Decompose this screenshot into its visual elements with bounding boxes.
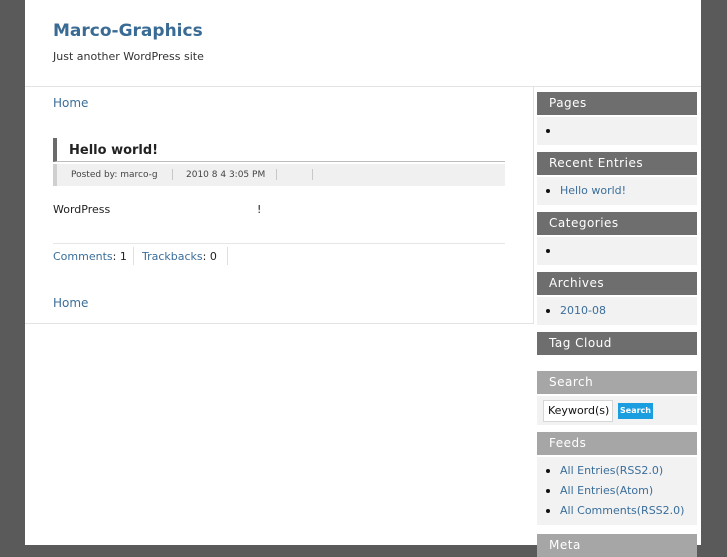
meta-divider [172,169,173,180]
trackbacks-link[interactable]: Trackbacks [142,250,203,263]
post-footer: Comments: 1 Trackbacks: 0 [53,243,505,265]
comments-stat: Comments: 1 [53,250,127,263]
comments-link[interactable]: Comments [53,250,113,263]
search-input[interactable]: Keyword(s) [543,400,613,422]
meta-divider [312,169,313,180]
list-item: 2010-08 [537,301,697,321]
list-item: All Entries(RSS2.0) [537,461,697,481]
widget-categories [537,237,697,265]
feed-link-atom[interactable]: All Entries(Atom) [560,484,653,497]
site-title-link[interactable]: Marco-Graphics [53,21,203,41]
post-title[interactable]: Hello world! [69,143,158,158]
main-content: Home Hello world! Posted by: marco-g 201… [25,87,534,324]
site-description: Just another WordPress site [53,50,204,63]
widget-recent: Hello world! [537,177,697,205]
site-header: Marco-Graphics Just another WordPress si… [25,0,701,87]
trackbacks-stat: Trackbacks: 0 [142,250,217,263]
archive-link[interactable]: 2010-08 [560,304,606,317]
comments-count: : 1 [112,250,127,263]
widget-search: Keyword(s) Search [537,396,697,425]
search-button[interactable]: Search [618,403,653,419]
feed-link-comments[interactable]: All Comments(RSS2.0) [560,504,684,517]
page: Marco-Graphics Just another WordPress si… [25,0,701,557]
widget-title-categories: Categories [537,212,697,235]
widget-title-recent: Recent Entries [537,152,697,175]
widget-title-archives: Archives [537,272,697,295]
list-item[interactable] [537,241,697,261]
post-content: WordPress ! [53,203,505,216]
breadcrumb-home-bottom[interactable]: Home [53,296,88,310]
post-meta: Posted by: marco-g 2010 8 4 3:05 PM [53,164,505,186]
trackbacks-count: : 0 [202,250,217,263]
widget-title-search: Search [537,371,697,394]
list-item: Hello world! [537,181,697,201]
footer-divider [227,247,228,265]
recent-entry-link[interactable]: Hello world! [560,184,626,197]
list-item[interactable] [537,121,697,141]
widget-feeds: All Entries(RSS2.0) All Entries(Atom) Al… [537,457,697,525]
widget-title-meta: Meta [537,534,697,557]
widget-title-pages: Pages [537,92,697,115]
post-content-end: ! [257,203,262,216]
post-title-bar: Hello world! [53,138,505,162]
feed-link-rss[interactable]: All Entries(RSS2.0) [560,464,663,477]
list-item: All Entries(Atom) [537,481,697,501]
footer-divider [133,247,134,265]
widget-title-tagcloud: Tag Cloud [537,332,697,355]
sidebar: Pages Recent Entries Hello world! Catego… [537,92,697,557]
post-author: Posted by: marco-g [71,170,158,180]
widget-title-feeds: Feeds [537,432,697,455]
meta-divider [276,169,277,180]
widget-archives: 2010-08 [537,297,697,325]
post-content-text: WordPress [53,203,111,216]
breadcrumb-home-top[interactable]: Home [53,96,88,110]
widget-pages [537,117,697,145]
post-date: 2010 8 4 3:05 PM [186,170,266,180]
list-item: All Comments(RSS2.0) [537,501,697,521]
